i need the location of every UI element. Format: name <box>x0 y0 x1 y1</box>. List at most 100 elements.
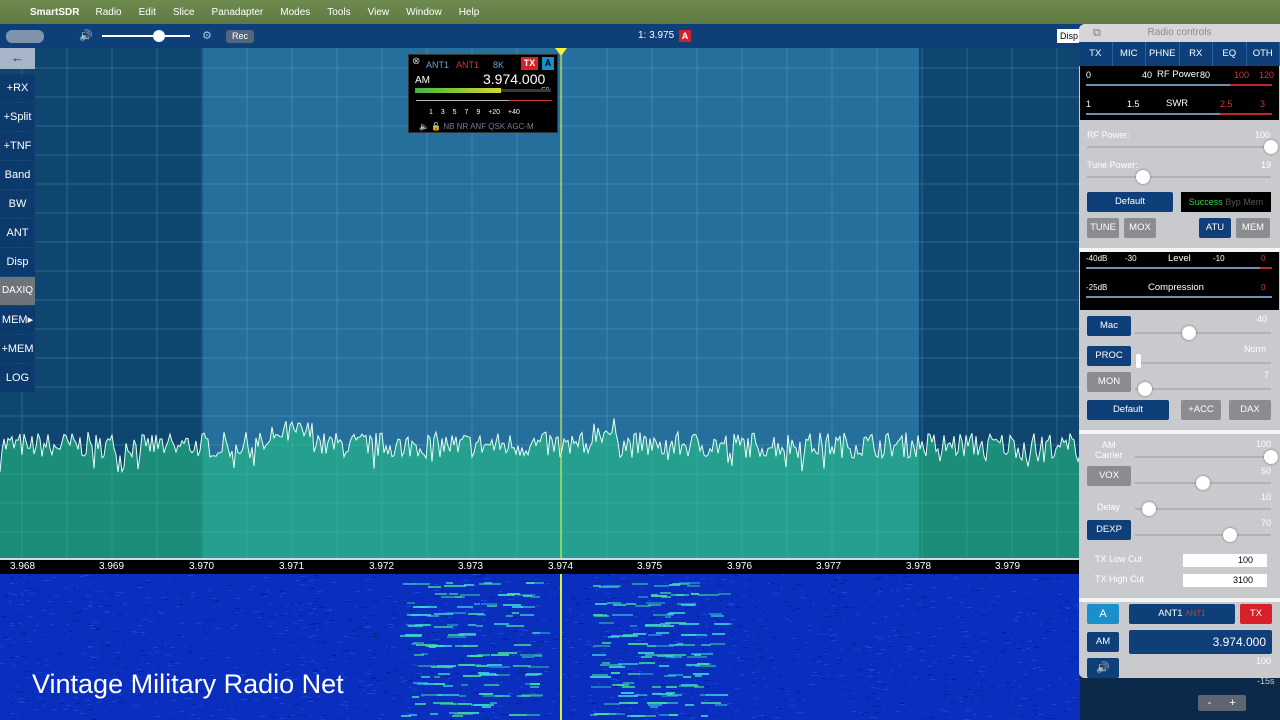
atu-status: Success Byp Mem <box>1181 192 1271 212</box>
tab-eq[interactable]: EQ <box>1213 42 1247 66</box>
rf-meter-tick: 0 <box>1086 70 1092 80</box>
video-caption: Vintage Military Radio Net <box>32 669 344 699</box>
tx-high-cut-label: TX High Cut <box>1095 574 1145 584</box>
slice-tx-antenna: ANT1 <box>1185 609 1206 618</box>
zoom-out-button[interactable]: - <box>1198 695 1221 711</box>
slice-volume-icon[interactable]: 🔊 <box>1087 658 1119 678</box>
bandwidth-button[interactable]: BW <box>0 190 35 218</box>
freq-tick: 3.976 <box>727 561 753 572</box>
tx-default-button[interactable]: Default <box>1087 192 1173 212</box>
band-button[interactable]: Band <box>0 161 35 189</box>
lock-icon[interactable]: 🔓 <box>431 122 441 131</box>
tab-other[interactable]: OTH <box>1247 42 1280 66</box>
radio-controls-tabs: TX MIC PHNE RX EQ OTH <box>1079 42 1280 66</box>
slice-flag[interactable]: ⊗ ANT1 ANT1 8K TX A AM 3.974.000 S9 1 3 … <box>408 54 558 133</box>
rf-power-knob[interactable] <box>1264 140 1278 154</box>
mon-slider[interactable] <box>1135 388 1271 390</box>
tune-power-knob[interactable] <box>1135 170 1150 184</box>
rx-antenna[interactable]: ANT1 <box>426 60 449 70</box>
collapse-sidebar-button[interactable]: ← <box>0 48 35 69</box>
menu-view[interactable]: View <box>368 7 390 18</box>
vox-button[interactable]: VOX <box>1087 466 1131 486</box>
add-split-button[interactable]: +Split <box>0 103 35 131</box>
dexp-button[interactable]: DEXP <box>1087 520 1131 540</box>
menu-radio[interactable]: Radio <box>95 7 121 18</box>
memory-button[interactable]: MEM▸ <box>0 306 35 334</box>
headphone-settings-icon[interactable]: ⚙ <box>202 29 212 42</box>
freq-tick: 3.974 <box>548 561 574 572</box>
menu-tools[interactable]: Tools <box>327 7 350 18</box>
speaker-mute-icon[interactable]: 🔈 <box>419 122 429 131</box>
atu-button[interactable]: ATU <box>1199 218 1231 238</box>
delay-knob[interactable] <box>1141 502 1156 516</box>
slice-mode[interactable]: AM <box>415 75 430 86</box>
rf-power-slider[interactable] <box>1087 146 1271 148</box>
level-tick: -10 <box>1213 254 1225 263</box>
master-volume-slider[interactable] <box>102 35 190 37</box>
menu-modes[interactable]: Modes <box>280 7 310 18</box>
slice-tx-button[interactable]: TX <box>1240 604 1272 624</box>
zoom-in-button[interactable]: + <box>1221 695 1244 711</box>
menu-help[interactable]: Help <box>459 7 480 18</box>
menu-bar: SmartSDR Radio Edit Slice Panadapter Mod… <box>0 0 1280 24</box>
slice-mode-button[interactable]: AM <box>1087 632 1119 652</box>
slice-frequency[interactable]: 3.974.000 <box>483 71 545 87</box>
daxiq-button[interactable]: DAXIQ <box>0 277 35 305</box>
proc-slider[interactable] <box>1135 362 1271 364</box>
add-tnf-button[interactable]: +TNF <box>0 132 35 160</box>
add-memory-button[interactable]: +MEM <box>0 335 35 363</box>
mic-level-value: 40 <box>1257 314 1268 324</box>
mic-default-button[interactable]: Default <box>1087 400 1169 420</box>
sidebar-toggle-icon[interactable] <box>6 30 44 43</box>
tab-phne[interactable]: PHNE <box>1146 42 1180 66</box>
mon-knob[interactable] <box>1137 382 1152 396</box>
mac-button[interactable]: Mac <box>1087 316 1131 336</box>
dax-button[interactable]: DAX <box>1229 400 1271 420</box>
app-menu[interactable]: SmartSDR <box>30 7 79 18</box>
tune-button[interactable]: TUNE <box>1087 218 1119 238</box>
record-button[interactable]: Rec <box>226 30 254 43</box>
am-carrier-knob[interactable] <box>1264 450 1278 464</box>
slice-frequency-display[interactable]: 3.974.000 <box>1129 630 1272 654</box>
tune-power-slider[interactable] <box>1087 176 1271 178</box>
menu-window[interactable]: Window <box>406 7 442 18</box>
dsp-flags-text[interactable]: NB NR ANF QSK AGC-M <box>443 122 533 131</box>
mic-level-slider[interactable] <box>1135 332 1271 334</box>
tx-antenna[interactable]: ANT1 <box>456 60 479 70</box>
tab-tx[interactable]: TX <box>1079 42 1113 66</box>
tx-high-cut-input[interactable]: 3100 <box>1183 574 1267 587</box>
antenna-button[interactable]: ANT <box>0 219 35 247</box>
menu-slice[interactable]: Slice <box>173 7 195 18</box>
slice-antenna-button[interactable]: ANT1 ANT1 <box>1129 604 1235 624</box>
display-settings-button[interactable]: Disp <box>0 248 35 276</box>
am-carrier-slider[interactable] <box>1135 456 1271 458</box>
slice-letter-button[interactable]: A <box>1087 604 1119 624</box>
mon-button[interactable]: MON <box>1087 372 1131 392</box>
vox-knob[interactable] <box>1196 476 1210 490</box>
menu-edit[interactable]: Edit <box>139 7 156 18</box>
log-button[interactable]: LOG <box>0 364 35 392</box>
menu-panadapter[interactable]: Panadapter <box>212 7 264 18</box>
dexp-slider[interactable] <box>1135 534 1271 536</box>
master-volume-knob[interactable] <box>153 30 165 42</box>
tx-slice-badge[interactable]: TX <box>521 57 538 70</box>
window-dock-icon[interactable]: ⧉ <box>1093 24 1101 42</box>
slice-rx-antenna: ANT1 <box>1158 608 1183 619</box>
mox-button[interactable]: MOX <box>1124 218 1156 238</box>
dexp-knob[interactable] <box>1223 528 1238 542</box>
radio-controls-titlebar[interactable]: ⧉ Radio controls <box>1079 24 1280 42</box>
proc-button[interactable]: PROC <box>1087 346 1131 366</box>
proc-knob[interactable] <box>1136 354 1141 368</box>
rf-meter-tick: 40 <box>1142 70 1153 80</box>
mic-level-knob[interactable] <box>1182 326 1197 340</box>
tx-low-cut-input[interactable]: 100 <box>1183 554 1267 567</box>
speaker-icon[interactable]: 🔊 <box>79 29 93 42</box>
am-carrier-value: 100 <box>1256 439 1272 449</box>
mem-button[interactable]: MEM <box>1236 218 1270 238</box>
rf-power-label: RF Power: <box>1087 130 1130 140</box>
tab-mic[interactable]: MIC <box>1113 42 1146 66</box>
tab-rx[interactable]: RX <box>1180 42 1213 66</box>
add-rx-button[interactable]: +RX <box>0 74 35 102</box>
acc-button[interactable]: +ACC <box>1181 400 1221 420</box>
close-slice-icon[interactable]: ⊗ <box>412 56 420 67</box>
